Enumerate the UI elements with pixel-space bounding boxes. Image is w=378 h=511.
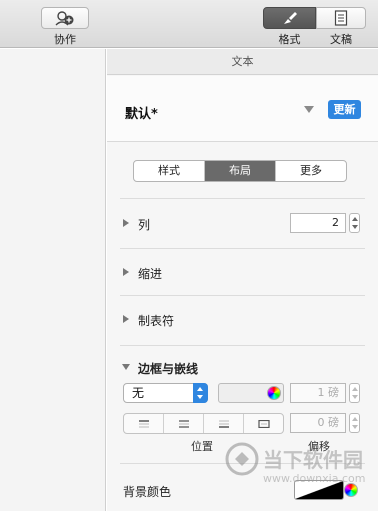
watermark-name: 当下软件园 [263, 448, 363, 472]
border-offset-field[interactable]: 0 磅 [290, 413, 346, 433]
indents-label[interactable]: 缩进 [138, 265, 162, 282]
border-bottom-button[interactable] [204, 414, 244, 433]
tab-layout[interactable]: 布局 [205, 161, 276, 181]
columns-label: 列 [138, 218, 151, 232]
border-style-select[interactable]: 无 [123, 383, 208, 403]
document-icon [334, 10, 348, 26]
watermark-emblem-icon [225, 442, 259, 476]
format-label: 格式 [278, 33, 301, 46]
style-dropdown-icon[interactable] [304, 106, 314, 113]
position-label: 位置 [191, 440, 213, 453]
tab-stops-label[interactable]: 制表符 [138, 312, 174, 329]
border-width-stepper[interactable] [349, 383, 360, 403]
background-color-label: 背景颜色 [123, 485, 172, 499]
borders-disclosure-icon[interactable] [122, 364, 130, 370]
border-bottom-icon [218, 420, 229, 428]
border-top-button[interactable] [124, 414, 164, 433]
columns-stepper[interactable] [349, 213, 360, 233]
tab-style[interactable]: 样式 [134, 161, 205, 181]
border-offset-stepper[interactable] [349, 413, 360, 433]
paragraph-style-row[interactable]: 默认* 更新 [107, 76, 378, 142]
border-style-value: 无 [132, 386, 145, 400]
border-middle-button[interactable] [164, 414, 204, 433]
divider [120, 295, 365, 296]
collaborate-label: 协作 [54, 33, 76, 46]
document-label: 文稿 [330, 33, 352, 46]
paragraph-style-name: 默认* [125, 107, 158, 122]
divider [120, 345, 365, 346]
select-arrows-icon [193, 383, 208, 403]
border-width-field[interactable]: 1 磅 [290, 383, 346, 403]
watermark-url: www.downxia.com [263, 472, 366, 485]
paintbrush-icon [283, 12, 297, 24]
border-position-control [123, 413, 284, 434]
borders-label[interactable]: 边框与嵌线 [138, 360, 198, 377]
inspector-tabs: 样式 布局 更多 [133, 160, 347, 182]
columns-field[interactable]: 2 [290, 213, 346, 233]
section-title: 文本 [107, 49, 378, 75]
watermark-logo: 当下软件园 www.downxia.com [225, 440, 375, 505]
toolbar: 协作 格式 文稿 [0, 0, 378, 48]
divider [120, 198, 365, 199]
columns-disclosure-icon[interactable] [123, 219, 129, 227]
document-sidebar [0, 49, 106, 511]
collaborate-button[interactable] [41, 7, 89, 29]
color-wheel-icon[interactable] [267, 386, 281, 400]
format-button[interactable] [263, 7, 316, 29]
document-button[interactable] [316, 7, 366, 29]
border-top-icon [138, 419, 149, 427]
border-box-button[interactable] [244, 414, 283, 433]
collaborate-icon [55, 11, 74, 26]
indents-disclosure-icon[interactable] [123, 268, 129, 276]
divider [120, 248, 365, 249]
border-box-icon [257, 419, 270, 428]
tab-more[interactable]: 更多 [276, 161, 346, 181]
update-style-button[interactable]: 更新 [328, 100, 361, 119]
tab-stops-disclosure-icon[interactable] [123, 315, 129, 323]
border-color-well[interactable] [218, 383, 284, 403]
border-middle-icon [178, 419, 189, 428]
